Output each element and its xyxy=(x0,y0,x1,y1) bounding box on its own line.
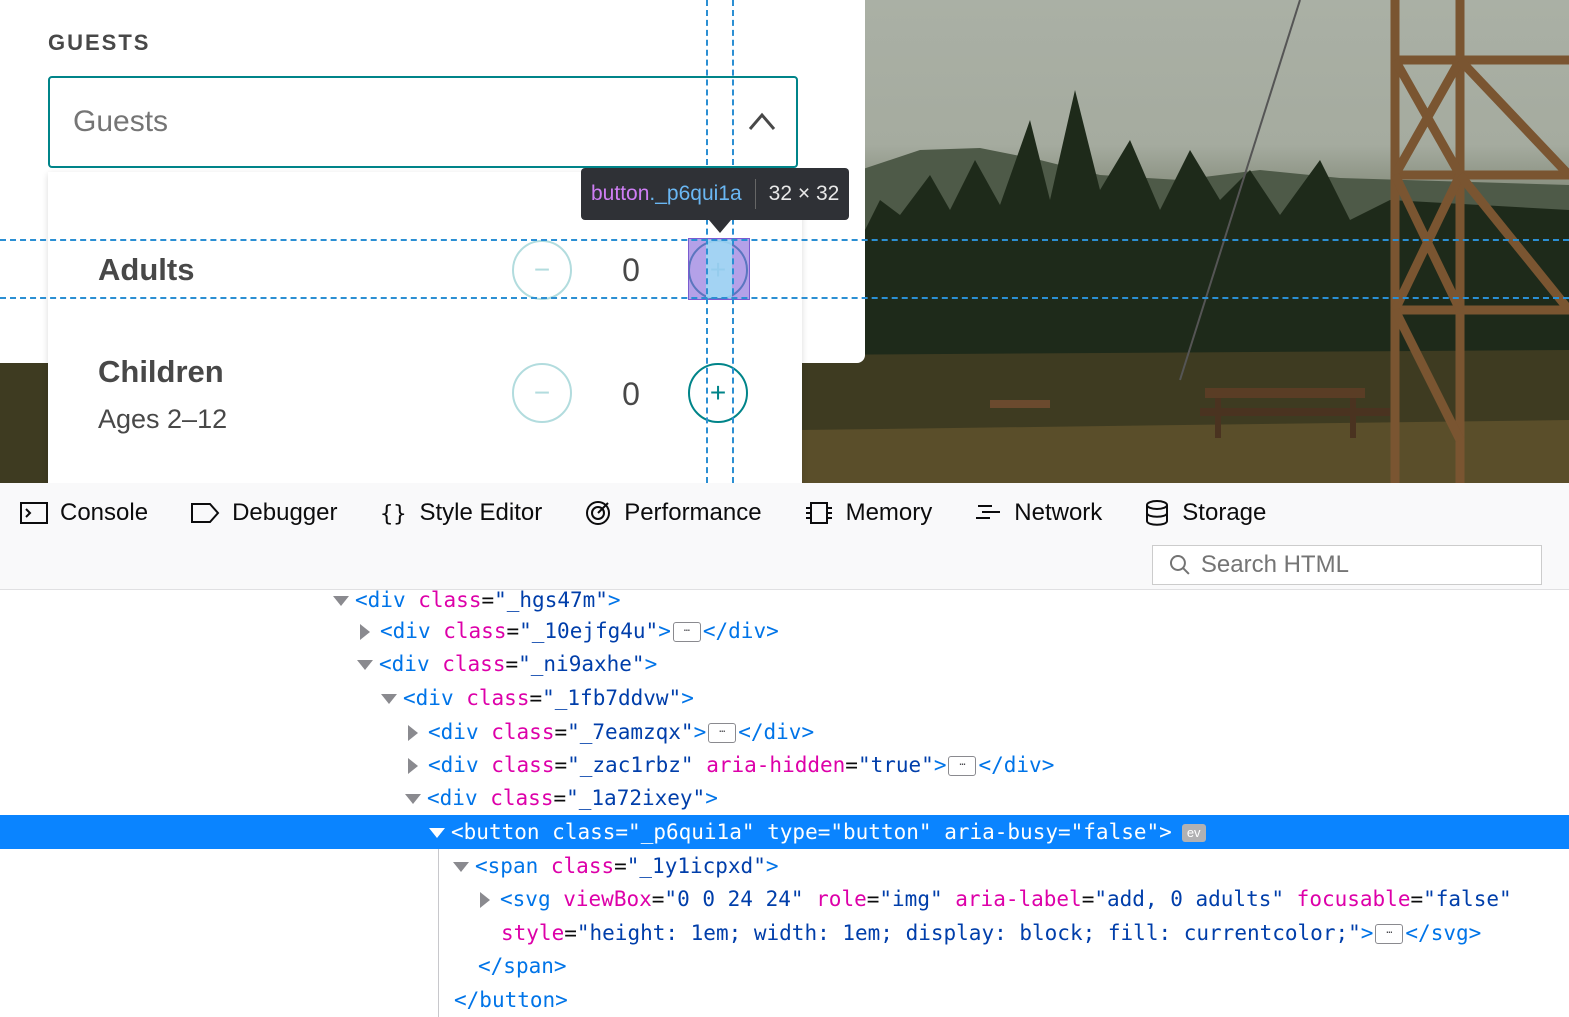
inspector-search-bar xyxy=(0,543,1569,590)
inspector-guide-left xyxy=(706,0,708,483)
ellipsis-badge[interactable]: … xyxy=(948,756,977,776)
guests-dropdown[interactable]: Guests xyxy=(48,76,798,168)
ellipsis-badge[interactable]: … xyxy=(672,622,701,642)
performance-icon xyxy=(586,501,611,525)
children-count: 0 xyxy=(622,376,640,412)
children-age-range: Ages 2–12 xyxy=(98,404,228,434)
tab-console[interactable]: Console xyxy=(20,499,148,527)
tab-debugger-label: Debugger xyxy=(232,499,338,526)
tab-network-label: Network xyxy=(1014,499,1103,526)
memory-icon xyxy=(805,502,832,524)
storage-icon xyxy=(1146,500,1169,526)
expand-twisty[interactable] xyxy=(381,694,397,704)
tooltip-tag: button xyxy=(591,182,650,205)
markup-node[interactable]: <div class="_ni9axhe"> xyxy=(0,647,1569,681)
collapsed-twisty[interactable] xyxy=(480,892,490,908)
tab-console-label: Console xyxy=(60,499,149,526)
tab-performance-label: Performance xyxy=(624,499,762,526)
markup-closing-tag[interactable]: </span> xyxy=(0,949,1569,983)
chevron-up-icon[interactable] xyxy=(748,111,776,131)
inspector-content-box xyxy=(706,240,732,298)
tab-storage-label: Storage xyxy=(1182,499,1267,526)
markup-node[interactable]: <div class="_10ejfg4u">… </div> xyxy=(0,614,1569,648)
guests-placeholder: Guests xyxy=(73,105,169,138)
tab-debugger[interactable]: Debugger xyxy=(190,499,337,527)
markup-node[interactable]: <div class="_zac1rbz" aria-hidden="true"… xyxy=(0,748,1569,782)
console-icon xyxy=(20,502,48,524)
tooltip-arrow xyxy=(709,220,731,233)
guests-heading: GUESTS xyxy=(48,30,151,55)
devtools-toolbar: Console Debugger {} Style Editor Perform… xyxy=(0,483,1569,544)
markup-node[interactable]: <div class="_1fb7ddvw"> xyxy=(0,681,1569,715)
inspector-guide-bottom xyxy=(0,297,1569,299)
expand-twisty[interactable] xyxy=(405,794,421,804)
tooltip-dimensions: 32 × 32 xyxy=(768,182,840,205)
inspector-guide-right xyxy=(732,0,734,483)
plus-icon: + xyxy=(709,377,727,408)
inspector-tooltip: button ._p6qui1a 32 × 32 xyxy=(581,168,850,220)
collapsed-twisty[interactable] xyxy=(408,758,418,774)
svg-text:{}: {} xyxy=(380,502,407,527)
ellipsis-badge[interactable]: … xyxy=(1375,924,1404,944)
collapsed-twisty[interactable] xyxy=(360,624,370,640)
event-badge[interactable]: ev xyxy=(1181,824,1206,842)
tab-performance[interactable]: Performance xyxy=(584,499,762,527)
tab-memory[interactable]: Memory xyxy=(804,499,933,527)
ellipsis-badge[interactable]: … xyxy=(708,723,737,743)
devtools-panel: Console Debugger {} Style Editor Perform… xyxy=(0,483,1569,1017)
markup-node[interactable]: <span class="_1y1icpxd"> xyxy=(0,849,1569,883)
debugger-icon xyxy=(191,503,220,523)
minus-icon: − xyxy=(533,377,551,408)
markup-node[interactable]: <div class="_hgs47m"> xyxy=(0,589,1569,617)
markup-node-continuation[interactable]: style="height: 1em; width: 1em; display:… xyxy=(0,916,1569,950)
tab-network[interactable]: Network xyxy=(974,499,1102,527)
tooltip-class: ._p6qui1a xyxy=(649,182,742,205)
tab-style-editor[interactable]: {} Style Editor xyxy=(379,499,542,527)
children-increase-button[interactable]: + xyxy=(688,363,748,423)
search-html-box[interactable] xyxy=(1152,545,1542,585)
search-html-input[interactable] xyxy=(1198,550,1541,580)
inspector-guide-top xyxy=(0,239,1569,241)
markup-node[interactable]: <div class="_1a72ixey"> xyxy=(0,781,1569,815)
adults-count: 0 xyxy=(622,252,640,288)
search-icon xyxy=(1169,555,1190,575)
tooltip-separator xyxy=(754,179,756,209)
markup-view: <div class="_hgs47m"> <div class="_10ejf… xyxy=(0,589,1569,1017)
collapsed-twisty[interactable] xyxy=(408,725,418,741)
adults-label: Adults xyxy=(98,252,195,287)
markup-node[interactable]: <div class="_7eamzqx">… </div> xyxy=(0,715,1569,749)
tab-storage[interactable]: Storage xyxy=(1144,499,1266,527)
tab-style-editor-label: Style Editor xyxy=(419,499,543,526)
markup-node[interactable]: <svg viewBox="0 0 24 24" role="img" aria… xyxy=(0,882,1569,916)
children-decrease-button[interactable]: − xyxy=(512,363,572,423)
markup-closing-tag[interactable]: </button> xyxy=(0,983,1569,1017)
network-icon xyxy=(976,505,1001,519)
minus-icon: − xyxy=(533,254,551,285)
tab-memory-label: Memory xyxy=(845,499,933,526)
style-editor-icon: {} xyxy=(380,502,407,527)
expand-twisty[interactable] xyxy=(333,596,349,606)
expand-twisty[interactable] xyxy=(357,660,373,670)
page-viewport: GUESTS Guests Adults − 0 + Children Ages… xyxy=(0,0,1569,483)
markup-node-selected[interactable]: <button class="_p6qui1a" type="button" a… xyxy=(0,815,1569,849)
adults-decrease-button[interactable]: − xyxy=(512,240,572,300)
children-label: Children xyxy=(98,354,224,389)
expand-twisty[interactable] xyxy=(429,828,445,838)
expand-twisty[interactable] xyxy=(453,862,469,872)
